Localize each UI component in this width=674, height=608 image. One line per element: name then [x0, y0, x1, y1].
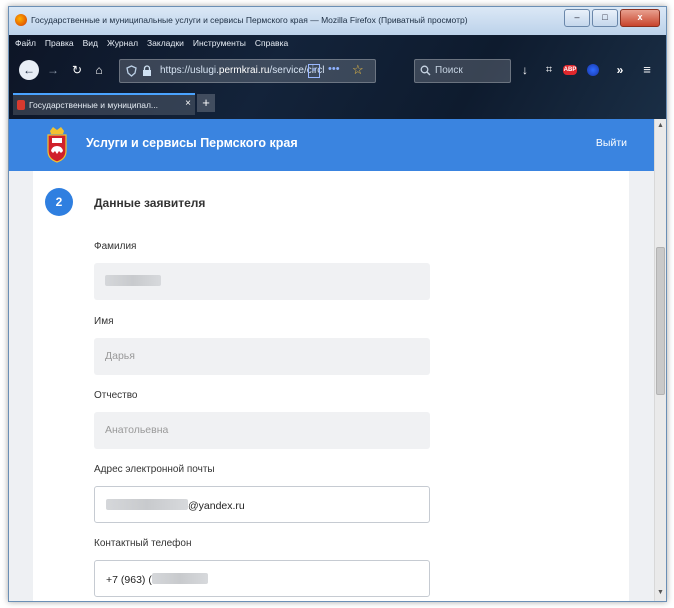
browser-chrome: Файл Правка Вид Журнал Закладки Инструме… [9, 35, 666, 119]
search-icon [420, 65, 431, 76]
phone-label: Контактный телефон [94, 538, 192, 549]
redacted-blur [106, 499, 188, 510]
minimize-button[interactable]: – [564, 9, 590, 27]
scroll-up-icon[interactable]: ▲ [657, 122, 664, 129]
logout-link[interactable]: Выйти [596, 137, 627, 149]
first-name-field[interactable]: Дарья [94, 338, 430, 375]
forward-icon[interactable]: → [43, 60, 63, 80]
surname-value [105, 275, 161, 288]
phone-value: +7 (963) ( [106, 573, 208, 586]
surname-field[interactable] [94, 263, 430, 300]
close-button[interactable]: x [620, 9, 660, 27]
browser-window: Государственные и муниципальные услуги и… [8, 6, 667, 602]
hamburger-menu-icon[interactable]: ≡ [637, 60, 657, 80]
patronymic-value: Анатольевна [105, 424, 169, 436]
title-bar: Государственные и муниципальные услуги и… [9, 7, 666, 35]
vpn-globe-icon[interactable] [587, 64, 599, 76]
url-text: https://uslugi.permkrai.ru/service/circl [160, 65, 325, 76]
menu-bar: Файл Правка Вид Журнал Закладки Инструме… [15, 38, 288, 48]
navigation-toolbar: ← → ↻ ⌂ https://uslugi.permkrai.ru/servi… [9, 54, 666, 86]
search-placeholder: Поиск [435, 65, 463, 76]
reader-view-icon[interactable]: ≡ [308, 64, 320, 78]
adblock-icon[interactable]: ABP [563, 65, 577, 75]
site-header: Услуги и сервисы Пермского края Выйти [9, 119, 654, 171]
window-title: Государственные и муниципальные услуги и… [31, 15, 468, 25]
new-tab-button[interactable]: + [197, 94, 215, 112]
site-title[interactable]: Услуги и сервисы Пермского края [86, 136, 298, 150]
step-number-badge: 2 [45, 188, 73, 216]
search-box[interactable]: Поиск [414, 59, 511, 83]
menu-help[interactable]: Справка [255, 38, 288, 48]
perm-krai-coat-of-arms-icon[interactable] [45, 125, 69, 163]
site-favicon-icon [17, 100, 25, 110]
email-field[interactable]: @yandex.ru [94, 486, 430, 523]
screenshot-icon[interactable]: ⌗ [539, 60, 559, 80]
page-scrollbar[interactable]: ▲ ▼ [654, 119, 666, 601]
shield-icon[interactable] [126, 65, 137, 77]
reload-icon[interactable]: ↻ [67, 60, 87, 80]
patronymic-field[interactable]: Анатольевна [94, 412, 430, 449]
section-title: Данные заявителя [94, 196, 206, 210]
scroll-thumb[interactable] [656, 247, 665, 395]
page-actions-icon[interactable]: ••• [328, 63, 340, 75]
phone-field[interactable]: +7 (963) ( [94, 560, 430, 597]
lock-icon [143, 65, 151, 76]
tab-active[interactable]: Государственные и муниципал... × [13, 93, 195, 115]
email-value: @yandex.ru [106, 499, 245, 512]
scroll-down-icon[interactable]: ▼ [657, 589, 664, 596]
bookmark-star-icon[interactable]: ☆ [352, 62, 364, 78]
url-bar[interactable]: https://uslugi.permkrai.ru/service/circl… [119, 59, 376, 83]
redacted-blur [105, 275, 161, 286]
tab-bar: Государственные и муниципал... × + [9, 90, 666, 118]
menu-bookmarks[interactable]: Закладки [147, 38, 184, 48]
first-name-value: Дарья [105, 350, 135, 362]
menu-file[interactable]: Файл [15, 38, 36, 48]
surname-label: Фамилия [94, 241, 137, 252]
menu-view[interactable]: Вид [83, 38, 98, 48]
maximize-button[interactable]: □ [592, 9, 618, 27]
patronymic-label: Отчество [94, 390, 138, 401]
menu-edit[interactable]: Правка [45, 38, 74, 48]
back-icon[interactable]: ← [19, 60, 39, 80]
firefox-icon [15, 14, 27, 26]
home-icon[interactable]: ⌂ [89, 60, 109, 80]
tab-close-icon[interactable]: × [185, 98, 191, 109]
menu-tools[interactable]: Инструменты [193, 38, 246, 48]
first-name-label: Имя [94, 316, 114, 327]
menu-history[interactable]: Журнал [107, 38, 138, 48]
redacted-blur [151, 573, 208, 584]
email-label: Адрес электронной почты [94, 464, 215, 475]
download-icon[interactable]: ↓ [515, 60, 535, 80]
page-viewport: Услуги и сервисы Пермского края Выйти 2 … [9, 119, 654, 601]
overflow-chevron-icon[interactable]: » [610, 60, 630, 80]
tab-label: Государственные и муниципал... [29, 100, 159, 110]
form-card: 2 Данные заявителя Фамилия Имя Дарья Отч… [33, 171, 629, 601]
